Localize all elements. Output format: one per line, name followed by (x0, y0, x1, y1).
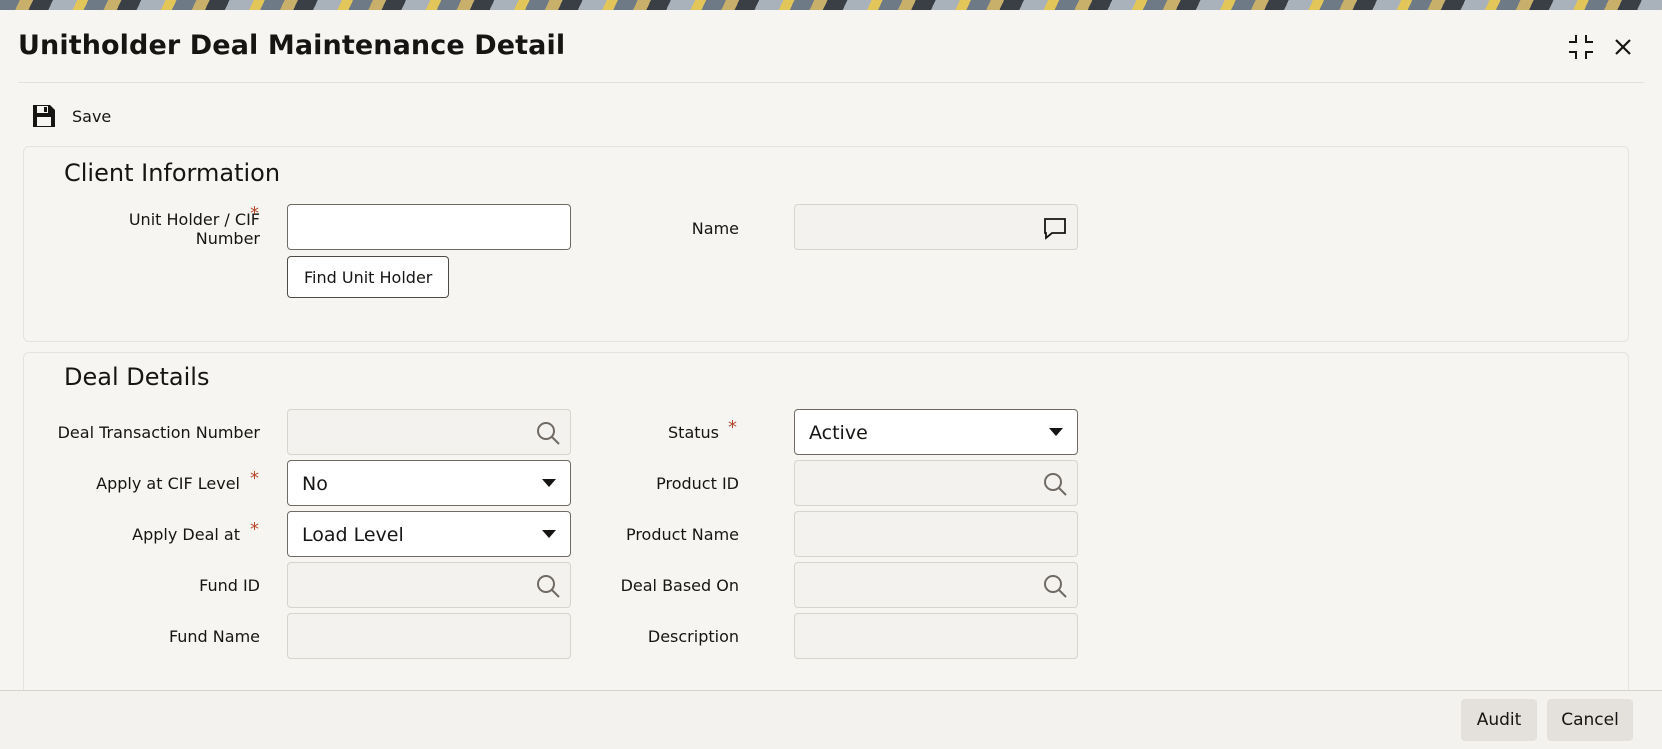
unit-holder-input[interactable] (287, 204, 571, 250)
find-unit-holder-button[interactable]: Find Unit Holder (287, 256, 450, 298)
name-label: Name (691, 219, 739, 238)
deal-based-on-label: Deal Based On (620, 576, 739, 595)
client-information-section: Client Information Unit Holder / CIF Num… (23, 146, 1629, 342)
page-title: Unitholder Deal Maintenance Detail (18, 30, 566, 61)
chevron-down-icon (1049, 428, 1063, 436)
name-field (794, 204, 1078, 250)
fund-id-field[interactable] (287, 562, 571, 608)
audit-button[interactable]: Audit (1461, 699, 1537, 741)
search-icon[interactable] (1041, 572, 1069, 600)
required-asterisk: * (728, 417, 737, 438)
deal-transaction-number-label: Deal Transaction Number (57, 423, 260, 442)
save-button[interactable]: Save (30, 100, 111, 132)
deal-details-section: Deal Details Deal Transaction Number Sta… (23, 352, 1629, 733)
apply-deal-at-value: Load Level (302, 524, 404, 546)
chevron-down-icon (542, 530, 556, 538)
apply-deal-at-select[interactable]: Load Level (287, 511, 571, 557)
deal-transaction-number-field[interactable] (287, 409, 571, 455)
product-id-label: Product ID (656, 474, 739, 493)
title-divider (18, 82, 1644, 83)
required-asterisk: * (250, 203, 259, 224)
required-asterisk: * (250, 519, 259, 540)
fund-name-field (287, 613, 571, 659)
save-icon (33, 105, 55, 127)
search-icon[interactable] (534, 572, 562, 600)
collapse-icon[interactable] (1566, 32, 1596, 62)
apply-cif-level-label: Apply at CIF Level (96, 474, 240, 493)
deal-based-on-field[interactable] (794, 562, 1078, 608)
fund-name-label: Fund Name (168, 627, 260, 646)
chevron-down-icon (542, 479, 556, 487)
unit-holder-label: Unit Holder / CIF Number (128, 210, 260, 248)
search-icon[interactable] (1041, 470, 1069, 498)
header-decorative-strip (0, 0, 1662, 10)
description-label: Description (647, 627, 739, 646)
required-asterisk: * (250, 468, 259, 489)
description-field (794, 613, 1078, 659)
product-name-field (794, 511, 1078, 557)
comment-icon[interactable] (1041, 214, 1069, 242)
deal-details-heading: Deal Details (64, 363, 210, 391)
product-name-label: Product Name (625, 525, 739, 544)
status-label: Status (668, 423, 719, 442)
search-icon[interactable] (534, 419, 562, 447)
dialog-window: Unitholder Deal Maintenance Detail Save … (0, 10, 1662, 748)
product-id-field[interactable] (794, 460, 1078, 506)
dialog-footer: Audit Cancel (0, 690, 1662, 749)
apply-cif-level-value: No (302, 473, 328, 495)
status-select[interactable]: Active (794, 409, 1078, 455)
apply-deal-at-label: Apply Deal at (132, 525, 240, 544)
fund-id-label: Fund ID (199, 576, 260, 595)
apply-cif-level-select[interactable]: No (287, 460, 571, 506)
cancel-button[interactable]: Cancel (1547, 699, 1633, 741)
status-value: Active (809, 422, 868, 444)
close-icon[interactable] (1608, 32, 1638, 62)
save-label: Save (72, 106, 112, 126)
client-information-heading: Client Information (64, 159, 281, 187)
